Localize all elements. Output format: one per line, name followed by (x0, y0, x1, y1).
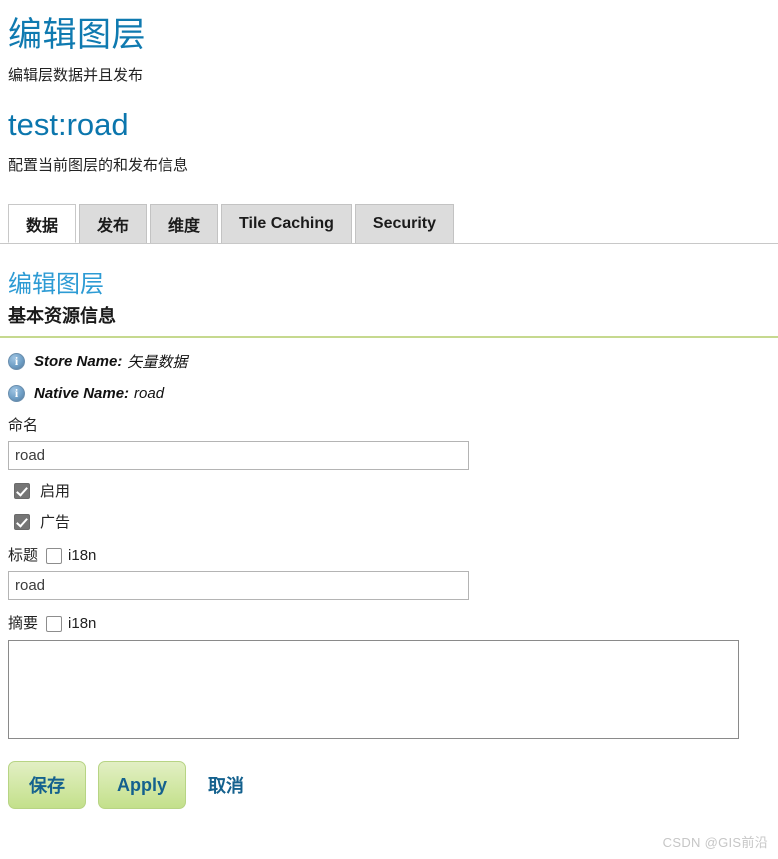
edit-layer-page: 编辑图层 编辑层数据并且发布 test:road 配置当前图层的和发布信息 数据… (0, 0, 778, 859)
abstract-field-label: 摘要 i18n (8, 600, 770, 634)
name-label-text: 命名 (8, 417, 39, 434)
tab-dimensions[interactable]: 维度 (150, 204, 219, 243)
abstract-textarea[interactable] (8, 640, 739, 739)
enabled-checkbox-row[interactable]: 启用 (8, 470, 770, 501)
tab-security[interactable]: Security (354, 204, 455, 243)
tab-list: 数据 发布 维度 Tile Caching Security (8, 203, 770, 243)
tab-publishing-label: 发布 (97, 218, 130, 235)
save-button[interactable]: 保存 (8, 761, 86, 809)
abstract-label-text: 摘要 (8, 615, 39, 632)
apply-button[interactable]: Apply (98, 761, 187, 809)
resource-subtitle: 配置当前图层的和发布信息 (8, 157, 189, 174)
section-title: 编辑图层 (8, 271, 104, 298)
native-name-label: Native Name: (34, 385, 130, 402)
enabled-label: 启用 (40, 483, 71, 500)
tab-bar: 数据 发布 维度 Tile Caching Security (0, 203, 778, 244)
native-name-value: road (134, 385, 165, 402)
tab-data[interactable]: 数据 (8, 204, 77, 243)
tab-data-label: 数据 (26, 217, 59, 235)
tab-dimensions-label: 维度 (168, 218, 201, 235)
native-name-row: i Native Name: road (8, 372, 770, 402)
info-icon: i (8, 353, 25, 370)
page-title: 编辑图层 (8, 16, 146, 54)
advertised-checkbox[interactable] (14, 513, 30, 530)
resource-title: test:road (8, 107, 129, 142)
info-icon: i (8, 385, 25, 402)
tab-bar-divider (0, 243, 778, 244)
page-subtitle: 编辑层数据并且发布 (8, 67, 144, 84)
title-input[interactable] (8, 571, 469, 600)
abstract-i18n-checkbox[interactable] (46, 616, 63, 632)
name-input[interactable] (8, 441, 469, 470)
title-label-text: 标题 (8, 547, 39, 564)
enabled-checkbox[interactable] (14, 482, 30, 499)
tab-tile-caching-label: Tile Caching (239, 215, 334, 232)
button-bar: 保存 Apply 取消 (8, 739, 770, 809)
store-name-label: Store Name: (34, 353, 123, 370)
title-i18n-checkbox[interactable] (46, 548, 63, 564)
cancel-link[interactable]: 取消 (208, 772, 244, 798)
abstract-i18n-label: i18n (68, 615, 97, 632)
store-name-value: 矢量数据 (127, 354, 188, 371)
title-i18n-label: i18n (68, 547, 97, 564)
tab-security-label: Security (372, 215, 437, 232)
advertised-label: 广告 (40, 514, 71, 531)
section-subtitle: 基本资源信息 (8, 306, 116, 326)
tab-publishing[interactable]: 发布 (79, 204, 148, 243)
title-field-label: 标题 i18n (8, 532, 770, 566)
advertised-checkbox-row[interactable]: 广告 (8, 501, 770, 532)
watermark: CSDN @GIS前沿 (662, 835, 768, 850)
name-field-label: 命名 (8, 402, 770, 436)
tab-tile-caching[interactable]: Tile Caching (221, 204, 352, 243)
store-name-row: i Store Name: 矢量数据 (8, 338, 770, 372)
